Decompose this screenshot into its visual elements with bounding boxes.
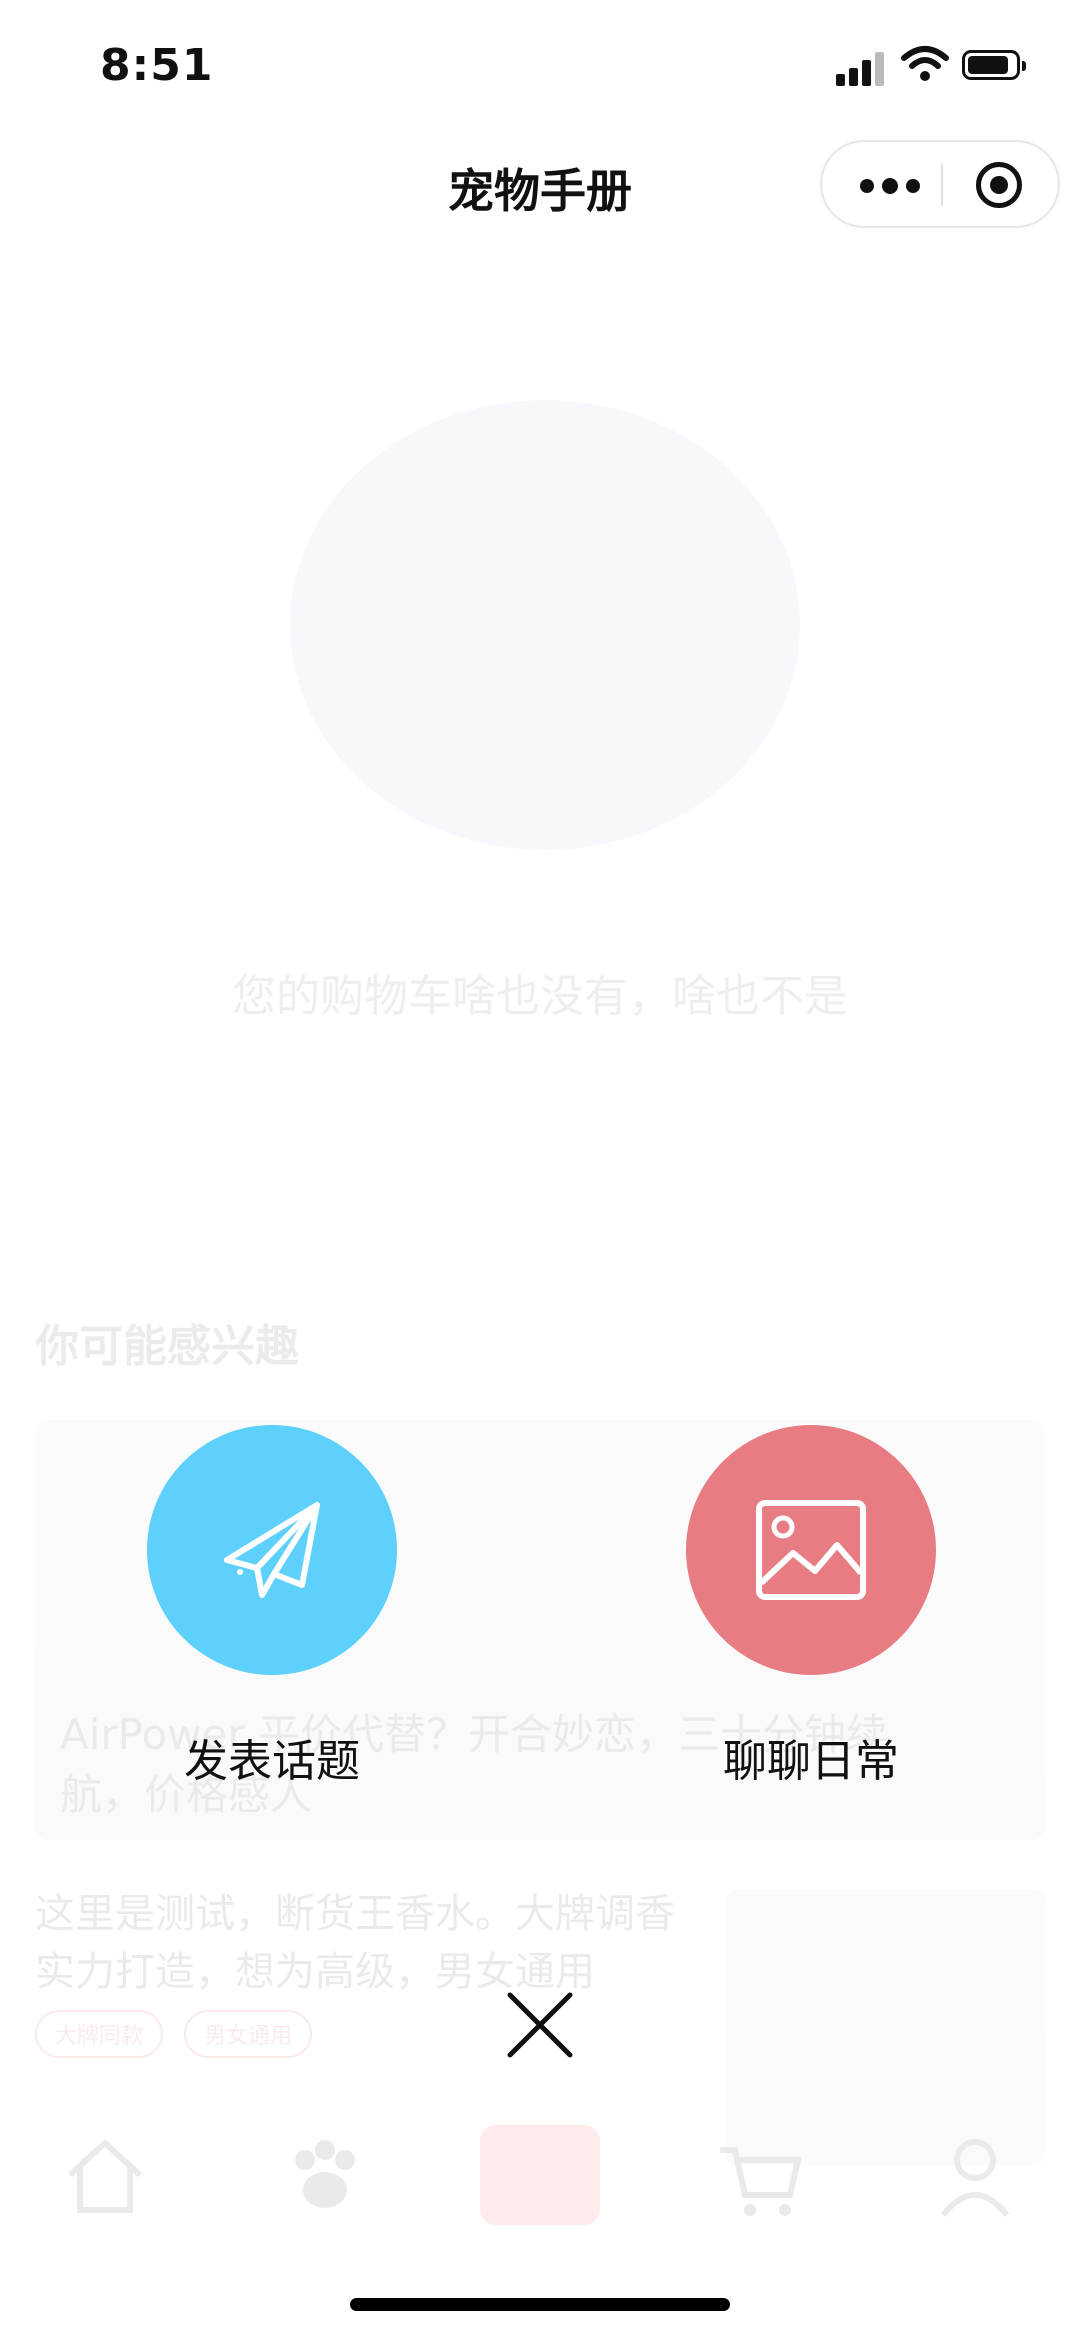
close-icon[interactable] (505, 1990, 575, 2060)
tag: 男女通用 (184, 2010, 313, 2058)
post-topic-action[interactable]: 发表话题 (147, 1425, 397, 1787)
battery-icon (962, 50, 1026, 80)
post-topic-label: 发表话题 (184, 1736, 360, 1787)
image-icon (756, 1500, 866, 1600)
tag: 大牌同款 (35, 2010, 164, 2058)
home-icon (67, 2138, 143, 2213)
status-time: 8:51 (100, 40, 214, 91)
home-indicator (350, 2298, 730, 2311)
background-page: 您的购物车啥也没有，啥也不是 你可能感兴趣 AirPower 平价代替？开合妙恋… (0, 235, 1080, 2225)
empty-cart-illustration (290, 400, 800, 850)
more-options-icon[interactable] (860, 176, 920, 196)
list-item-tags: 大牌同款 男女通用 (35, 2010, 328, 2058)
cart-icon (720, 2147, 802, 2216)
capsule-divider (941, 164, 943, 206)
mini-program-capsule (820, 140, 1060, 228)
status-bar: 8:51 (0, 0, 1080, 130)
daily-chat-label: 聊聊日常 (723, 1736, 899, 1787)
cellular-signal-icon (836, 52, 884, 86)
daily-chat-button[interactable] (686, 1425, 936, 1675)
medical-cross-icon (480, 2125, 600, 2225)
list-item-thumbnail (725, 1890, 1045, 2165)
recommend-section-title: 你可能感兴趣 (35, 1321, 299, 1372)
empty-cart-text: 您的购物车啥也没有，啥也不是 (232, 971, 848, 1022)
paw-icon (295, 2140, 355, 2208)
user-icon (940, 2139, 1010, 2217)
list-item-title: 这里是测试，断货王香水。大牌调香实力打造，想为高级，男女通用 (35, 1891, 675, 1995)
daily-chat-action[interactable]: 聊聊日常 (686, 1425, 936, 1787)
wifi-icon (901, 46, 949, 81)
paper-plane-icon (224, 1502, 320, 1598)
post-topic-button[interactable] (147, 1425, 397, 1675)
close-miniprogram-icon[interactable] (976, 162, 1022, 208)
